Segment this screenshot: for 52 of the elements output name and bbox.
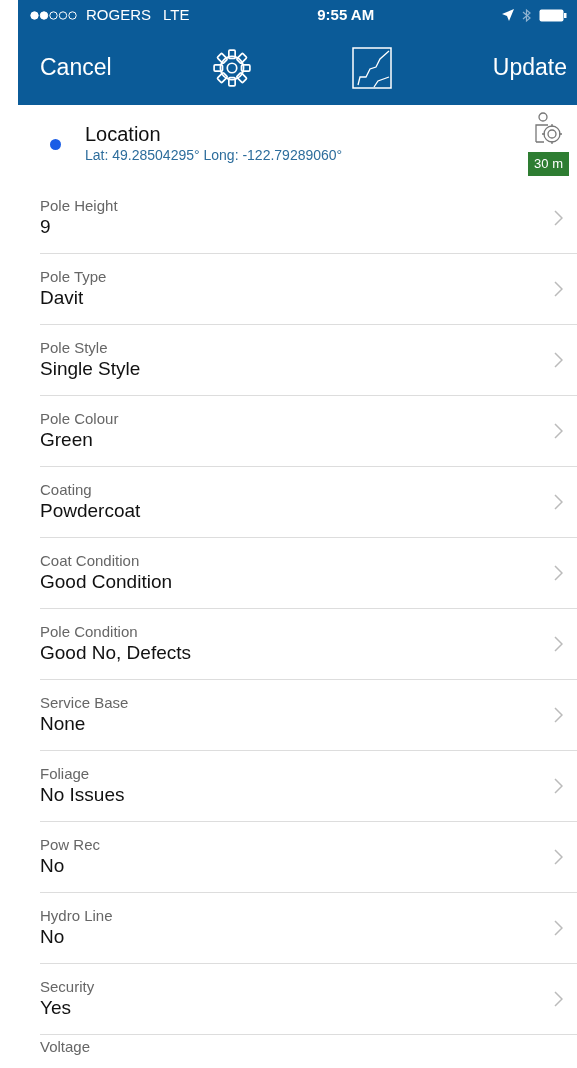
- field-value[interactable]: Single Style: [40, 356, 554, 382]
- chevron-icon[interactable]: [554, 707, 563, 723]
- field-value[interactable]: Davit: [40, 285, 554, 311]
- chevron-icon[interactable]: [554, 920, 563, 936]
- chevron-icon[interactable]: [554, 991, 563, 1007]
- chevron-icon[interactable]: [554, 352, 563, 368]
- field-value[interactable]: Good No, Defects: [40, 640, 554, 666]
- signal-icon: [30, 10, 78, 20]
- field-value[interactable]: Good Condition: [40, 569, 554, 595]
- chevron-icon[interactable]: [554, 636, 563, 652]
- chevron-icon[interactable]: [554, 423, 563, 439]
- status-time: 9:55 AM: [317, 4, 375, 25]
- field-label: Pole Height: [40, 196, 119, 215]
- chevron-icon[interactable]: [554, 778, 563, 794]
- carrier-name: ROGERS: [86, 4, 151, 25]
- field-label: Security: [40, 977, 96, 996]
- field-label: Pole Type: [40, 267, 108, 286]
- location-coordinates: Lat: 49.28504295° Long: -122.79289060°: [85, 145, 344, 165]
- location-dot: [50, 138, 61, 150]
- update-button[interactable]: Update: [492, 50, 567, 85]
- field-value[interactable]: No: [40, 853, 554, 879]
- field-label: Hydro Line: [40, 906, 114, 925]
- field-value[interactable]: No: [40, 924, 554, 950]
- chevron-icon[interactable]: [554, 849, 563, 865]
- field-value[interactable]: No Issues: [40, 782, 554, 808]
- chevron-icon[interactable]: [554, 210, 563, 226]
- network-type: LTE: [163, 4, 190, 25]
- map-icon[interactable]: [352, 46, 393, 89]
- field-label: Pole Colour: [40, 409, 120, 428]
- location-title: Location: [85, 122, 162, 145]
- field-label: Pow Rec: [40, 835, 102, 854]
- chevron-icon[interactable]: [554, 494, 563, 510]
- chevron-icon[interactable]: [554, 281, 563, 297]
- field-label: Foliage: [40, 764, 91, 783]
- location-arrow-icon: [502, 9, 514, 21]
- field-label: Coating: [40, 480, 93, 499]
- field-value[interactable]: 9: [40, 214, 554, 240]
- field-label: Voltage: [40, 1038, 92, 1056]
- chevron-icon[interactable]: [554, 565, 563, 581]
- field-value[interactable]: Green: [40, 427, 554, 453]
- settings-icon[interactable]: [212, 47, 252, 88]
- field-label: Coat Condition: [40, 551, 141, 570]
- field-value[interactable]: Yes: [40, 995, 554, 1021]
- accuracy-badge: 30 m: [528, 152, 569, 176]
- bluetooth-icon: [522, 7, 531, 23]
- battery-icon: [539, 8, 567, 22]
- field-value[interactable]: Powdercoat: [40, 498, 554, 524]
- cancel-button[interactable]: Cancel: [40, 50, 112, 85]
- field-label: Service Base: [40, 693, 130, 712]
- field-value[interactable]: None: [40, 711, 554, 737]
- field-label: Pole Style: [40, 338, 109, 357]
- field-label: Pole Condition: [40, 622, 139, 641]
